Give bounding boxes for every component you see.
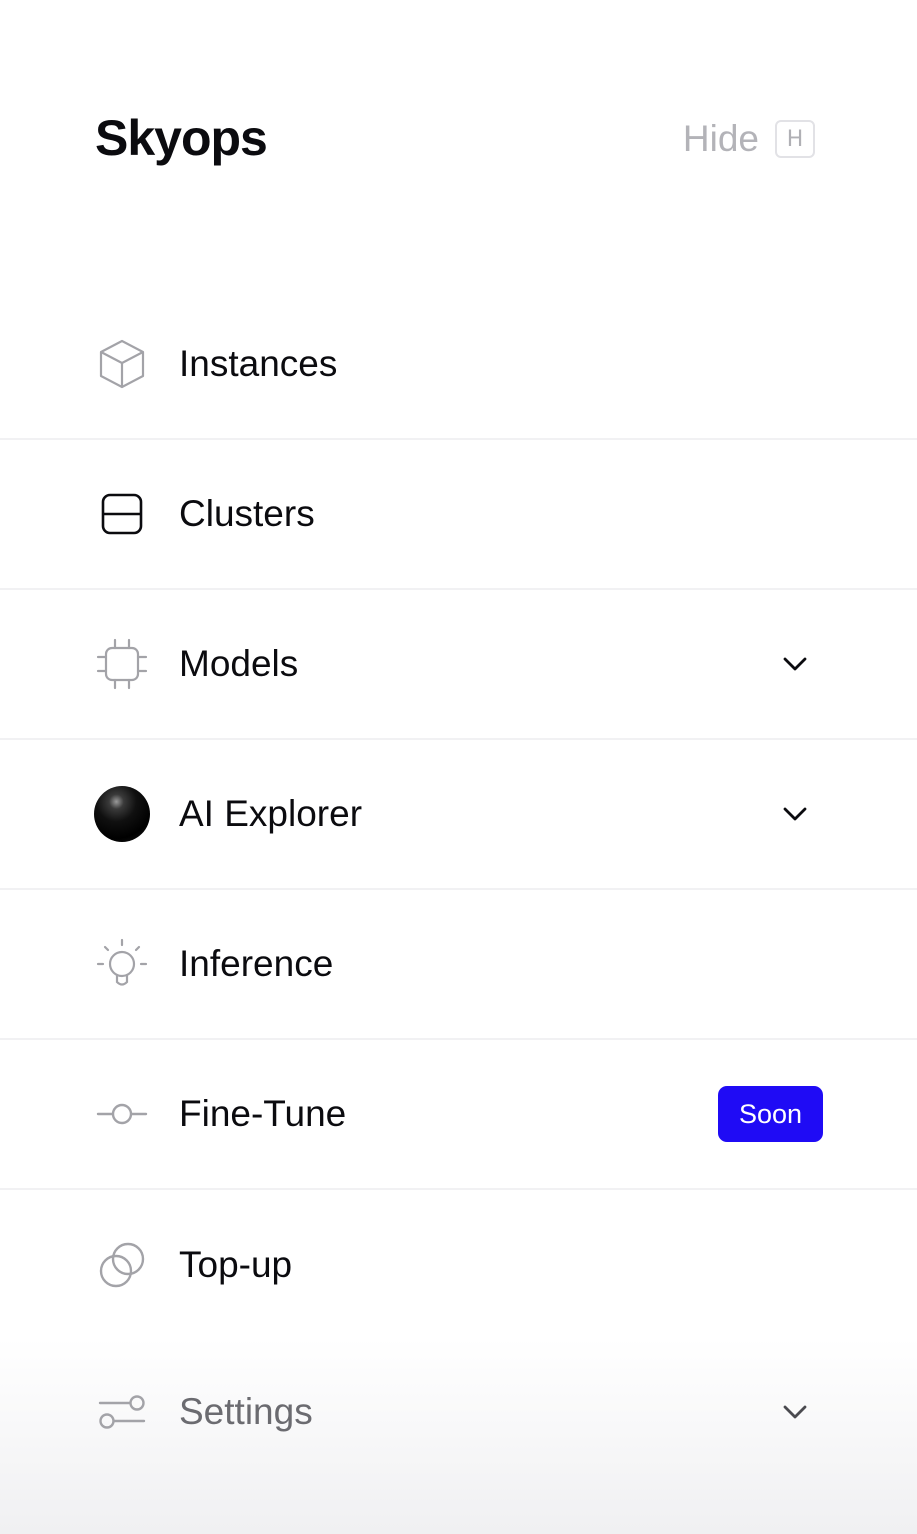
hide-sidebar-button[interactable]: Hide H — [683, 118, 815, 160]
chevron-down-icon[interactable] — [780, 649, 810, 679]
chevron-down-icon[interactable] — [780, 1397, 810, 1427]
sliders-icon — [94, 1384, 150, 1440]
chevron-down-icon[interactable] — [780, 799, 810, 829]
sidebar-item-label: Instances — [179, 343, 338, 384]
sidebar-item-fine-tune[interactable]: Fine-Tune Soon — [0, 1040, 917, 1190]
sidebar-item-top-up[interactable]: Top-up — [0, 1190, 917, 1340]
sidebar-item-inference[interactable]: Inference — [0, 890, 917, 1040]
commit-icon — [94, 1086, 150, 1142]
sidebar: Skyops Hide H Instances Clusters Models … — [0, 0, 917, 1534]
sidebar-item-models[interactable]: Models — [0, 590, 917, 740]
hide-label: Hide — [682, 118, 759, 159]
chip-icon — [94, 636, 150, 692]
lightbulb-icon — [94, 936, 150, 992]
sidebar-item-label: Clusters — [179, 493, 315, 534]
sidebar-item-clusters[interactable]: Clusters — [0, 440, 917, 590]
sidebar-item-settings[interactable]: Settings — [0, 1338, 917, 1486]
sidebar-item-ai-explorer[interactable]: AI Explorer — [0, 740, 917, 890]
sphere-icon — [94, 786, 150, 842]
brand-logo-text[interactable]: Skyops — [95, 108, 268, 168]
shortcut-key-badge: H — [775, 120, 815, 158]
sidebar-item-instances[interactable]: Instances — [0, 290, 917, 440]
sidebar-item-label: AI Explorer — [179, 793, 363, 834]
cube-icon — [94, 336, 150, 392]
sidebar-item-label: Top-up — [179, 1244, 293, 1285]
sidebar-item-label: Fine-Tune — [179, 1093, 347, 1134]
coins-icon — [94, 1237, 150, 1293]
soon-badge: Soon — [718, 1086, 823, 1142]
sidebar-nav: Instances Clusters Models AI Explorer In… — [0, 290, 917, 1340]
sidebar-item-label: Settings — [179, 1391, 313, 1432]
sidebar-item-label: Models — [179, 643, 299, 684]
sidebar-header: Skyops Hide H — [0, 0, 917, 290]
server-icon — [94, 486, 150, 542]
sidebar-item-label: Inference — [179, 943, 334, 984]
